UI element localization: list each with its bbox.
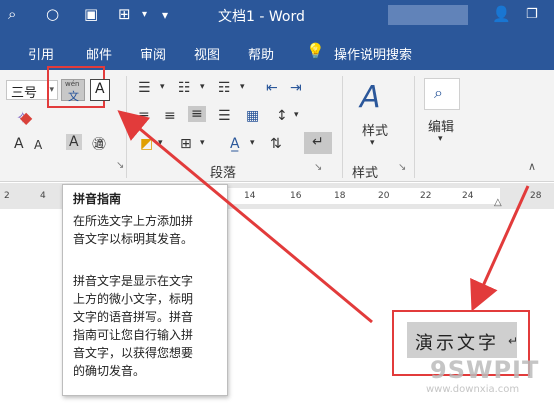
- arrow-to-sample-text: [470, 185, 530, 312]
- annotation-arrows: [117, 110, 530, 324]
- arrow-to-phonetic-guide: [117, 110, 373, 324]
